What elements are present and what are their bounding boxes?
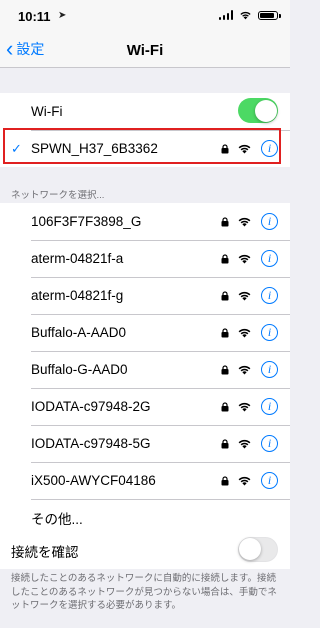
lock-icon xyxy=(221,401,229,411)
wifi-signal-icon xyxy=(238,144,251,154)
info-icon[interactable]: i xyxy=(261,250,278,267)
network-row[interactable]: Buffalo-A-AAD0 i xyxy=(0,314,290,351)
other-label: その他... xyxy=(31,511,83,527)
wifi-group: Wi-Fi ✓ SPWN_H37_6B3362 i xyxy=(0,93,290,167)
wifi-toggle-row: Wi-Fi xyxy=(0,93,290,130)
info-icon[interactable]: i xyxy=(261,398,278,415)
wifi-signal-icon xyxy=(238,402,251,412)
status-time: 10:11 xyxy=(18,9,51,24)
lock-icon xyxy=(221,216,229,226)
lock-icon xyxy=(221,253,229,263)
wifi-signal-icon xyxy=(238,217,251,227)
location-icon: ➤ xyxy=(58,10,67,21)
page-title: Wi-Fi xyxy=(126,42,164,59)
cellular-signal-icon xyxy=(218,10,233,20)
info-icon[interactable]: i xyxy=(261,361,278,378)
lock-icon xyxy=(221,290,229,300)
ask-to-join-row: 接続を確認 xyxy=(0,532,290,569)
network-icons: i xyxy=(221,462,278,499)
navigation-bar: ‹ 設定 Wi-Fi xyxy=(0,34,290,68)
ask-to-join-label: 接続を確認 xyxy=(11,544,79,560)
network-icons: i xyxy=(221,277,278,314)
footer-note: 接続したことのあるネットワークに自動的に接続します。接続したことのあるネットワー… xyxy=(11,573,277,611)
info-icon[interactable]: i xyxy=(261,435,278,452)
connected-network-row[interactable]: ✓ SPWN_H37_6B3362 i xyxy=(0,130,290,167)
wifi-toggle[interactable] xyxy=(238,98,278,123)
wifi-signal-icon xyxy=(238,328,251,338)
network-row[interactable]: IODATA-c97948-2G i xyxy=(0,388,290,425)
checkmark-icon: ✓ xyxy=(11,140,22,156)
wifi-signal-icon xyxy=(238,439,251,449)
network-row[interactable]: iX500-AWYCF04186 i xyxy=(0,462,290,499)
status-icons xyxy=(218,10,281,20)
status-bar: 10:11 ➤ xyxy=(0,0,290,34)
toggle-knob xyxy=(254,99,277,122)
network-name: 106F3F7F3898_G xyxy=(31,214,142,229)
network-icons: i xyxy=(221,314,278,351)
network-row[interactable]: 106F3F7F3898_G i xyxy=(0,203,290,240)
wifi-label: Wi-Fi xyxy=(31,104,63,119)
network-icons: i xyxy=(221,203,278,240)
info-icon[interactable]: i xyxy=(261,472,278,489)
network-name: iX500-AWYCF04186 xyxy=(31,473,156,488)
lock-icon xyxy=(221,327,229,337)
network-row[interactable]: IODATA-c97948-5G i xyxy=(0,425,290,462)
info-icon[interactable]: i xyxy=(261,324,278,341)
network-icons: i xyxy=(221,351,278,388)
wifi-signal-icon xyxy=(238,476,251,486)
network-name: IODATA-c97948-5G xyxy=(31,436,151,451)
network-icons: i xyxy=(221,240,278,277)
network-row[interactable]: Buffalo-G-AAD0 i xyxy=(0,351,290,388)
lock-icon xyxy=(221,475,229,485)
network-name: aterm-04821f-a xyxy=(31,251,124,266)
ask-to-join-group: 接続を確認 xyxy=(0,532,290,569)
wifi-signal-icon xyxy=(238,365,251,375)
network-icons: i xyxy=(221,388,278,425)
info-icon[interactable]: i xyxy=(261,287,278,304)
wifi-status-icon xyxy=(240,11,251,20)
info-icon[interactable]: i xyxy=(261,140,278,157)
networks-section-header: ネットワークを選択... xyxy=(11,190,105,201)
network-icons: i xyxy=(221,130,278,167)
battery-icon xyxy=(258,10,281,20)
other-network-row[interactable]: その他... xyxy=(0,499,290,536)
network-row[interactable]: aterm-04821f-g i xyxy=(0,277,290,314)
wifi-signal-icon xyxy=(238,254,251,264)
network-row[interactable]: aterm-04821f-a i xyxy=(0,240,290,277)
network-name: IODATA-c97948-2G xyxy=(31,399,151,414)
network-icons: i xyxy=(221,425,278,462)
lock-icon xyxy=(221,364,229,374)
network-name: Buffalo-G-AAD0 xyxy=(31,362,128,377)
toggle-knob xyxy=(239,538,261,560)
network-name: Buffalo-A-AAD0 xyxy=(31,325,127,340)
wifi-signal-icon xyxy=(238,291,251,301)
network-list: 106F3F7F3898_G i aterm-04821f-a i aterm-… xyxy=(0,203,290,536)
network-name: SPWN_H37_6B3362 xyxy=(31,141,158,156)
lock-icon xyxy=(221,143,229,153)
lock-icon xyxy=(221,438,229,448)
ask-to-join-toggle[interactable] xyxy=(238,537,278,562)
network-name: aterm-04821f-g xyxy=(31,288,124,303)
info-icon[interactable]: i xyxy=(261,213,278,230)
